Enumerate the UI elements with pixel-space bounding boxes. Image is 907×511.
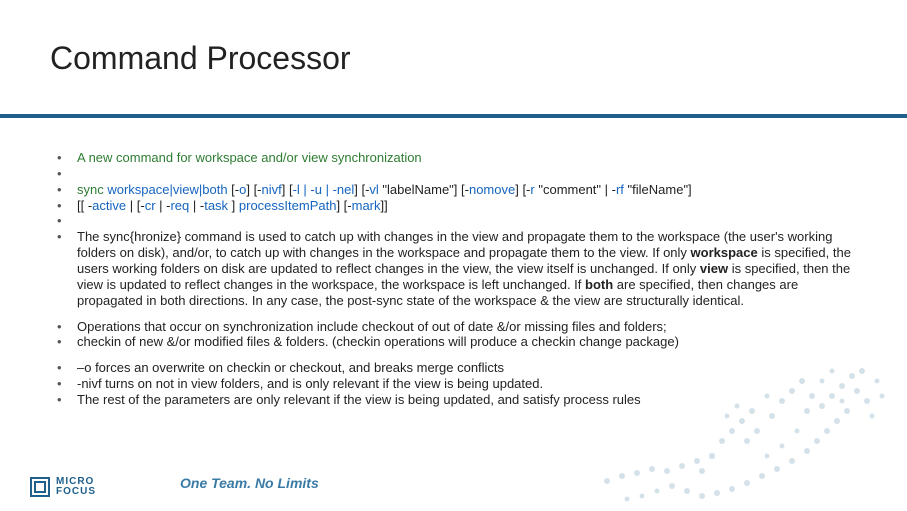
bullet-text: –o forces an overwrite on checkin or che…: [77, 360, 862, 376]
brand-logo-icon: [30, 477, 50, 497]
bullet-blank: •: [57, 166, 862, 182]
bullet-text: A new command for workspace and/or view …: [77, 150, 862, 166]
bullet-text: [[ -active | [-cr | -req | -task ] proce…: [77, 198, 862, 214]
brand-tagline: One Team. No Limits: [180, 475, 319, 491]
bullet-row: •–o forces an overwrite on checkin or ch…: [57, 360, 862, 376]
bullet-dot: •: [57, 392, 77, 408]
bullet-row: •The rest of the parameters are only rel…: [57, 392, 862, 408]
bullet-row: •checkin of new &/or modified files & fo…: [57, 334, 862, 350]
footer: MICRO FOCUS One Team. No Limits: [0, 459, 907, 499]
bullet-row: •The sync{hronize} command is used to ca…: [57, 229, 862, 308]
brand-logo-text: MICRO FOCUS: [56, 477, 96, 497]
brand-logo: MICRO FOCUS: [30, 477, 96, 497]
bullet-dot: •: [57, 334, 77, 350]
bullet-dot: •: [57, 198, 77, 214]
brand-line2: FOCUS: [56, 487, 96, 497]
bullet-text: The rest of the parameters are only rele…: [77, 392, 862, 408]
bullet-text: sync workspace|view|both [-o] [-nivf] [-…: [77, 182, 862, 198]
bullet-row: •[[ -active | [-cr | -req | -task ] proc…: [57, 198, 862, 214]
bullet-dot: •: [57, 213, 77, 229]
bullet-dot: •: [57, 229, 77, 245]
bullet-list: •A new command for workspace and/or view…: [57, 150, 862, 408]
bullet-dot: •: [57, 166, 77, 182]
bullet-dot: •: [57, 376, 77, 392]
bullet-dot: •: [57, 360, 77, 376]
slide: Command Processor •A new command for wor…: [0, 0, 907, 511]
bullet-blank: •: [57, 213, 862, 229]
bullet-text: Operations that occur on synchronization…: [77, 319, 862, 335]
title-rule: [0, 114, 907, 118]
bullet-text: -nivf turns on not in view folders, and …: [77, 376, 862, 392]
bullet-text: checkin of new &/or modified files & fol…: [77, 334, 862, 350]
bullet-dot: •: [57, 319, 77, 335]
bullet-sep: [57, 309, 862, 319]
bullet-row: •Operations that occur on synchronizatio…: [57, 319, 862, 335]
bullet-dot: •: [57, 150, 77, 166]
page-title: Command Processor: [50, 40, 351, 77]
bullet-row: •A new command for workspace and/or view…: [57, 150, 862, 166]
bullet-sep: [57, 350, 862, 360]
bullet-dot: •: [57, 182, 77, 198]
bullet-row: •sync workspace|view|both [-o] [-nivf] […: [57, 182, 862, 198]
bullet-row: •-nivf turns on not in view folders, and…: [57, 376, 862, 392]
bullet-text: The sync{hronize} command is used to cat…: [77, 229, 862, 308]
